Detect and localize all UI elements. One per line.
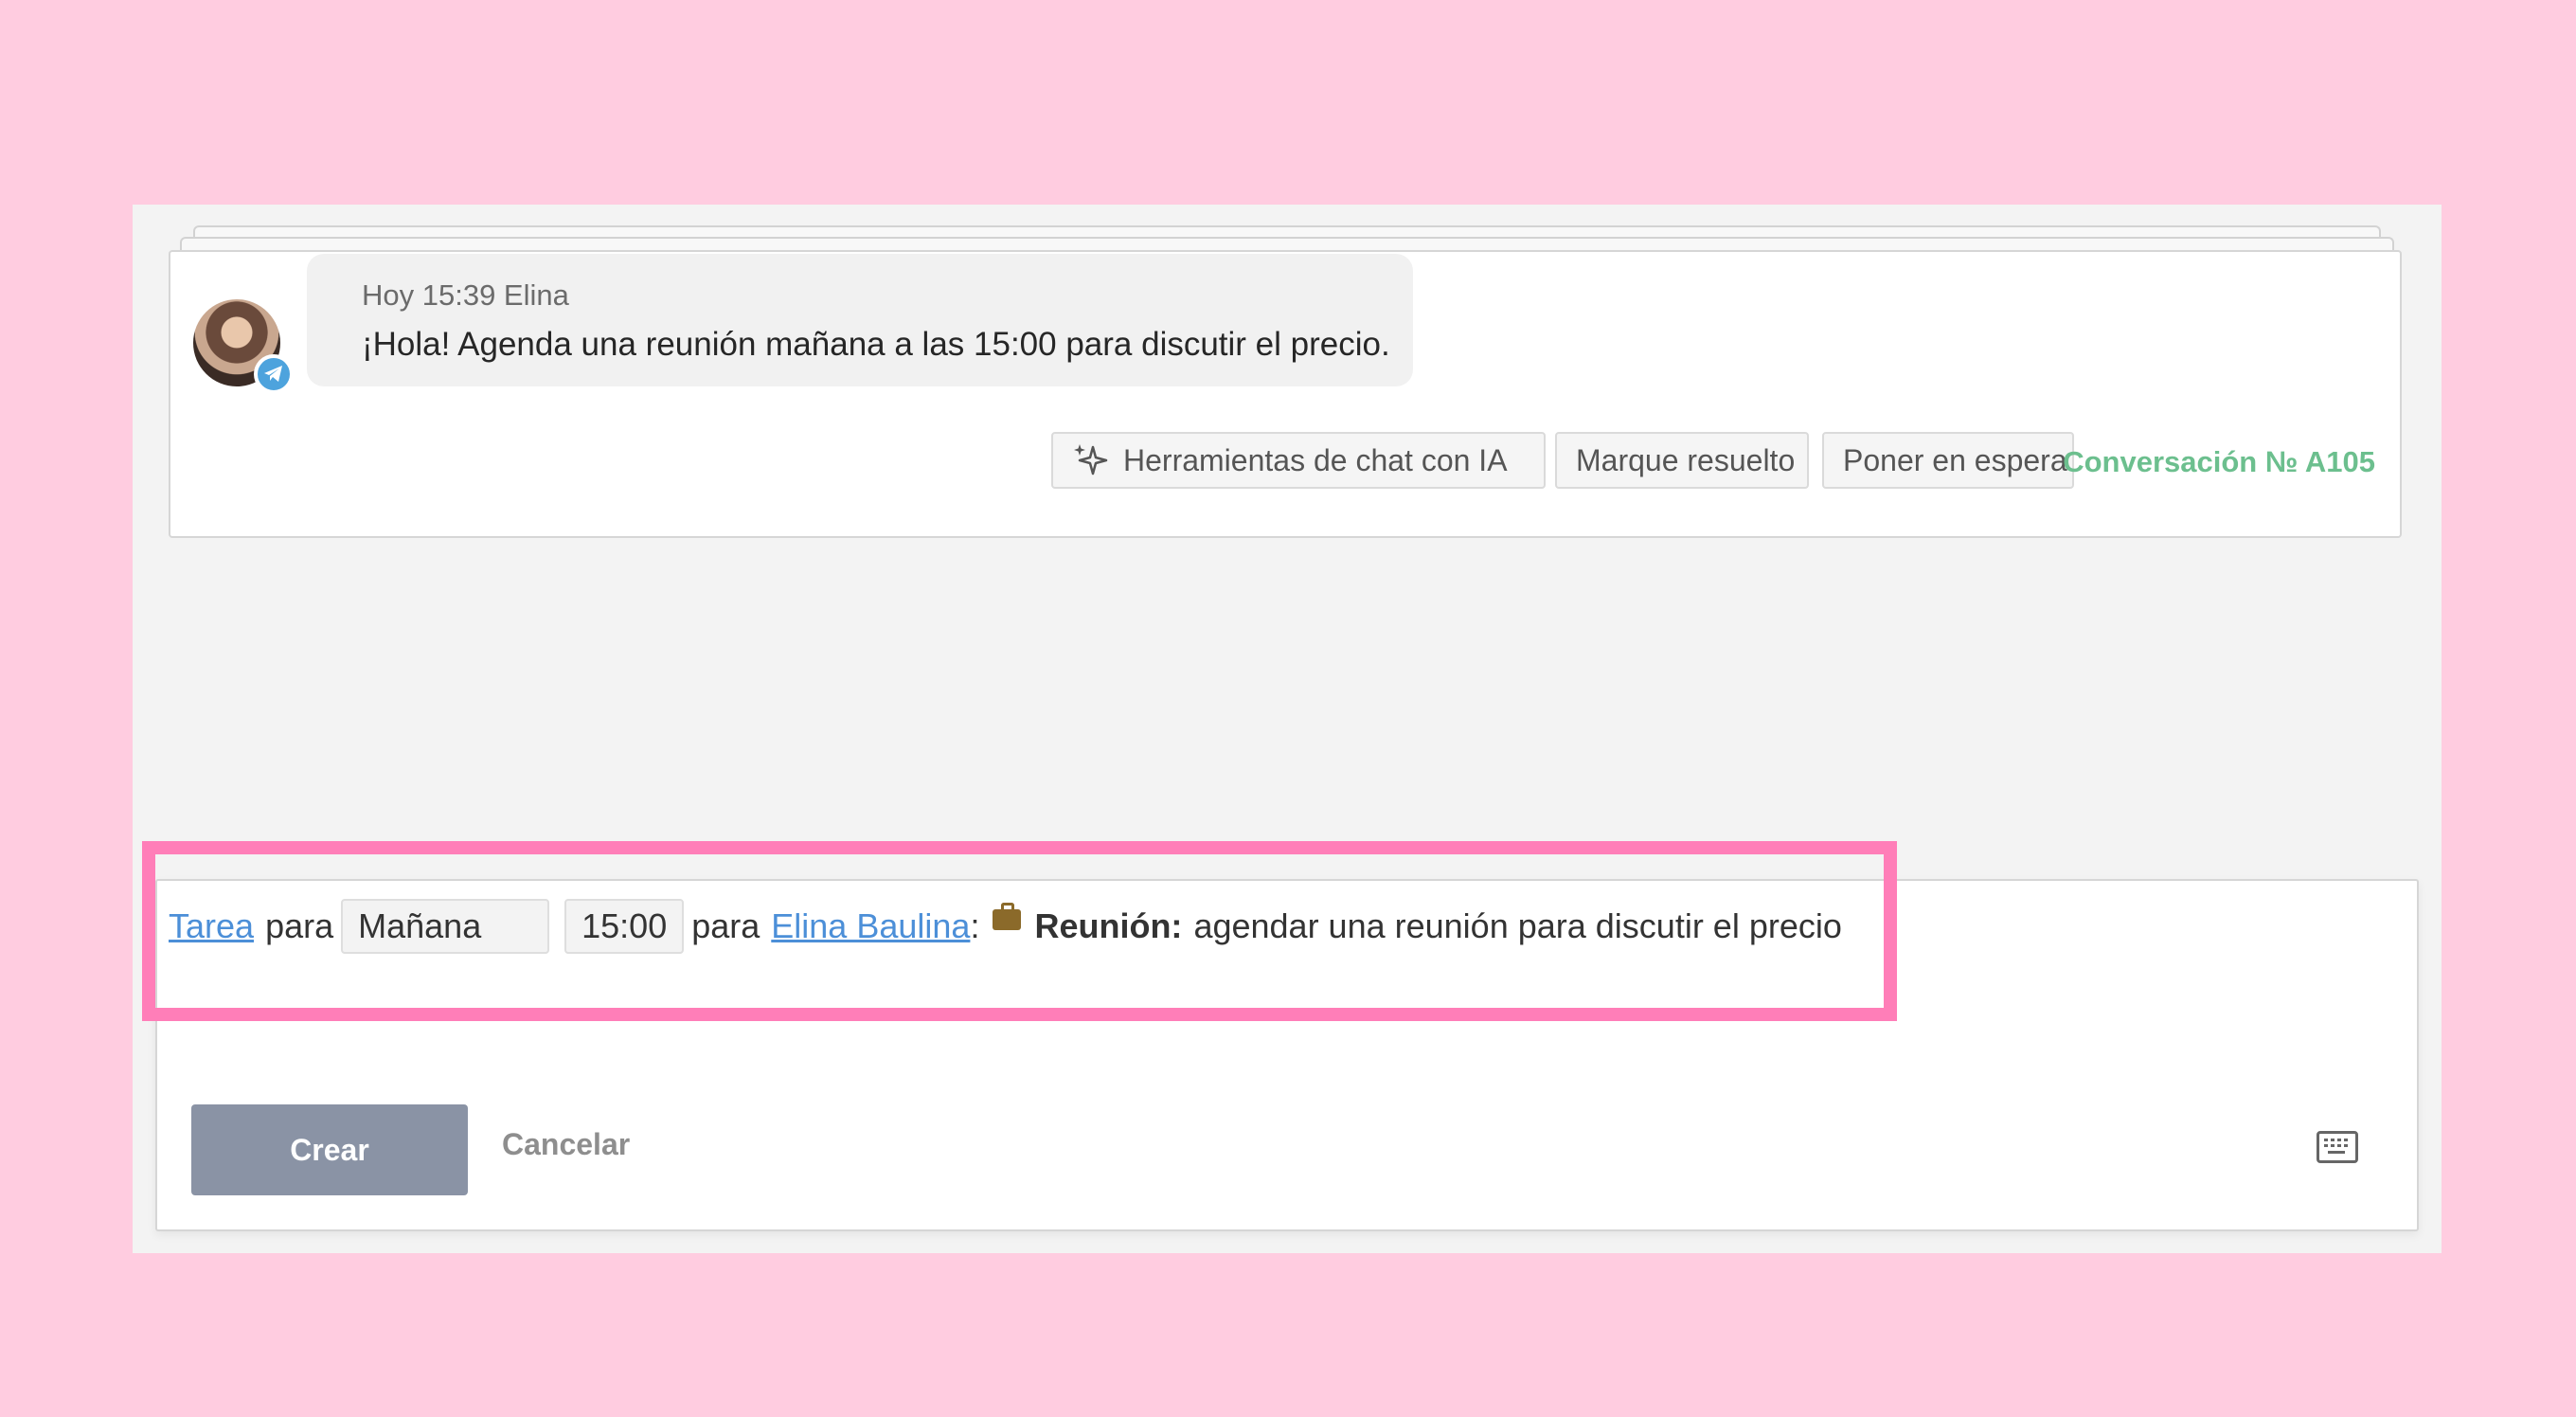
message-card: Hoy 15:39 Elina ¡Hola! Agenda una reunió… bbox=[169, 250, 2402, 538]
telegram-icon bbox=[254, 354, 294, 394]
conversation-id[interactable]: Conversación № A105 bbox=[2063, 445, 2375, 479]
message-meta: Hoy 15:39 Elina bbox=[362, 278, 569, 312]
sparkle-icon bbox=[1074, 444, 1108, 475]
message-bubble bbox=[307, 254, 1413, 386]
chat-panel: Hoy 15:39 Elina ¡Hola! Agenda una reunió… bbox=[133, 205, 2442, 1253]
cancel-button[interactable]: Cancelar bbox=[502, 1127, 630, 1162]
keyboard-icon-keys bbox=[2324, 1139, 2348, 1154]
message-text: ¡Hola! Agenda una reunión mañana a las 1… bbox=[362, 326, 1390, 363]
ai-tools-button[interactable]: Herramientas de chat con IA bbox=[1051, 432, 1546, 489]
put-on-hold-button[interactable]: Poner en espera bbox=[1822, 432, 2074, 489]
keyboard-icon[interactable] bbox=[2317, 1131, 2358, 1163]
create-button[interactable]: Crear bbox=[191, 1104, 468, 1195]
telegram-icon-glyph bbox=[264, 366, 282, 382]
ai-tools-label: Herramientas de chat con IA bbox=[1123, 442, 1508, 477]
mark-resolved-button[interactable]: Marque resuelto bbox=[1555, 432, 1809, 489]
highlight-box bbox=[142, 841, 1897, 1021]
